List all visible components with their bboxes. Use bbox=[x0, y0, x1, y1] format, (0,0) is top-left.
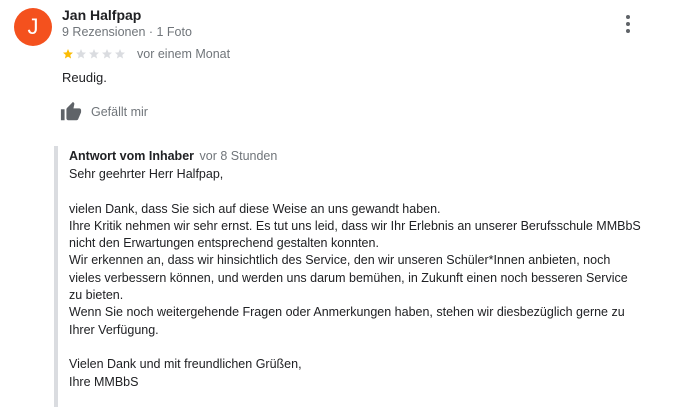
owner-response-line: Vielen Dank und mit freundlichen Grüßen, bbox=[69, 357, 302, 372]
owner-response-line: Sehr geehrter Herr Halfpap, bbox=[69, 167, 224, 181]
owner-response-text: Sehr geehrter Herr Halfpap, vielen Dank, … bbox=[69, 166, 669, 391]
author-name[interactable]: Jan Halfpap bbox=[62, 7, 141, 23]
owner-response-line: nicht den Erwartungen entsprechend gesta… bbox=[69, 236, 379, 251]
rating-row: vor einem Monat bbox=[62, 46, 230, 62]
owner-response-line: vielen Dank, dass Sie sich auf diese Wei… bbox=[69, 201, 441, 216]
review-time: vor einem Monat bbox=[137, 47, 231, 61]
star-empty-icon bbox=[76, 49, 86, 59]
owner-response-line: Ihre MMBbS bbox=[69, 374, 139, 389]
like-label: Gefällt mir bbox=[91, 105, 148, 119]
owner-response-line: vieles verbessern können, und werden uns… bbox=[69, 270, 628, 285]
owner-response-header: Antwort vom Inhaber vor 8 Stunden bbox=[69, 149, 277, 163]
like-button[interactable]: Gefällt mir bbox=[60, 101, 148, 123]
star-empty-icon bbox=[115, 49, 125, 59]
owner-response-line: Wenn Sie noch weitergehende Fragen oder … bbox=[69, 305, 625, 320]
review-text: Reudig. bbox=[62, 70, 107, 85]
thumb-up-icon bbox=[60, 101, 82, 121]
owner-response-line: Ihre Kritik nehmen wir sehr ernst. Es tu… bbox=[69, 218, 641, 233]
review-card: J Jan Halfpap 9 Rezensionen · 1 Foto vor… bbox=[0, 0, 684, 407]
star-rating bbox=[62, 48, 127, 60]
star-empty-icon bbox=[89, 49, 99, 59]
owner-response-line: Wir erkennen an, dass wir hinsichtlich d… bbox=[69, 253, 611, 268]
owner-response-title: Antwort vom Inhaber bbox=[69, 149, 195, 163]
owner-response-line: Ihrer Verfügung. bbox=[69, 322, 159, 337]
owner-response: Antwort vom Inhaber vor 8 Stunden Sehr g… bbox=[54, 146, 678, 407]
star-empty-icon bbox=[102, 49, 112, 59]
author-meta: 9 Rezensionen · 1 Foto bbox=[62, 25, 192, 39]
more-options-button[interactable] bbox=[616, 12, 640, 36]
owner-response-line: zu bieten. bbox=[69, 288, 124, 303]
avatar[interactable]: J bbox=[14, 8, 52, 46]
owner-response-time: vor 8 Stunden bbox=[199, 149, 278, 163]
star-filled-icon bbox=[63, 49, 73, 59]
